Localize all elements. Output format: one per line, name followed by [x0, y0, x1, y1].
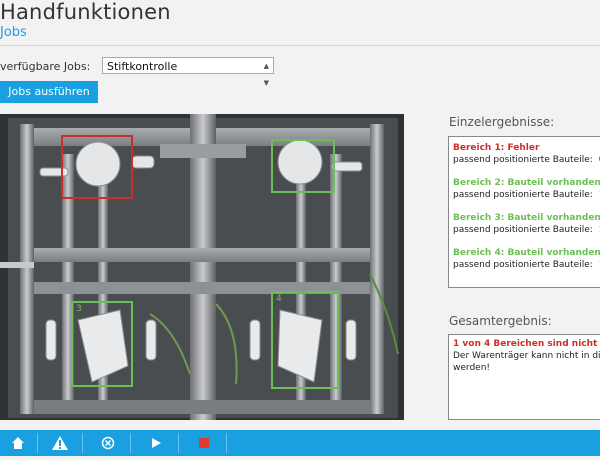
- gesamt-label: Gesamtergebnis:: [449, 314, 552, 328]
- result-title: Bereich 3: Bauteil vorhanden: [453, 213, 600, 223]
- cancel-icon: [101, 436, 115, 450]
- result-item: Bereich 2: Bauteil vorhanden passend pos…: [453, 177, 600, 201]
- einzel-results-box: Bereich 1: Fehler passend positionierte …: [448, 136, 600, 288]
- toolbar-divider: [130, 433, 131, 453]
- gesamt-line: Der Warenträger kann nicht in die A: [453, 351, 600, 361]
- home-button[interactable]: [0, 430, 36, 456]
- jobs-select-value: Stiftkontrolle: [107, 60, 178, 73]
- chevron-down-icon: ▲ ▼: [263, 62, 269, 87]
- page-subtitle: Jobs: [0, 25, 27, 40]
- stop-icon: [199, 438, 209, 448]
- result-item: Bereich 4: Bauteil vorhanden passend pos…: [453, 247, 600, 271]
- result-line: passend positionierte Bauteile:1: [453, 224, 600, 236]
- jobs-select[interactable]: Stiftkontrolle ▲ ▼: [102, 57, 274, 87]
- region-label: 4: [276, 294, 282, 304]
- play-icon: [152, 438, 161, 448]
- header-divider: [0, 45, 600, 46]
- warning-icon: [52, 436, 68, 450]
- toolbar-divider: [178, 433, 179, 453]
- result-title: Bereich 2: Bauteil vorhanden: [453, 178, 600, 188]
- result-item: Bereich 1: Fehler passend positionierte …: [453, 142, 600, 166]
- run-jobs-button[interactable]: Jobs ausführen: [0, 81, 98, 103]
- gesamt-line: werden!: [453, 363, 491, 373]
- result-title: Bereich 1: Fehler: [453, 143, 540, 153]
- result-title: Bereich 4: Bauteil vorhanden: [453, 248, 600, 258]
- home-icon: [12, 437, 24, 449]
- stop-button[interactable]: [186, 430, 222, 456]
- result-line: passend positionierte Bauteile:1: [453, 259, 600, 271]
- cancel-button[interactable]: [90, 430, 126, 456]
- result-line: passend positionierte Bauteile:0: [453, 154, 600, 166]
- toolbar-divider: [82, 433, 83, 453]
- einzel-label: Einzelergebnisse:: [449, 115, 555, 129]
- gesamt-title: 1 von 4 Bereichen sind nicht in O: [453, 339, 600, 349]
- gesamt-results-box: 1 von 4 Bereichen sind nicht in O Der Wa…: [448, 334, 600, 420]
- result-line: passend positionierte Bauteile:1: [453, 189, 600, 201]
- result-item: Bereich 3: Bauteil vorhanden passend pos…: [453, 212, 600, 236]
- toolbar-divider: [226, 433, 227, 453]
- toolbar-divider: [37, 433, 38, 453]
- jobs-label: verfügbare Jobs:: [0, 60, 91, 73]
- region-label: 3: [76, 304, 82, 314]
- play-button[interactable]: [138, 430, 174, 456]
- bottom-toolbar: [0, 430, 600, 456]
- camera-image: 3 4: [0, 114, 404, 420]
- warning-button[interactable]: [42, 430, 78, 456]
- page-title: Handfunktionen: [0, 0, 171, 24]
